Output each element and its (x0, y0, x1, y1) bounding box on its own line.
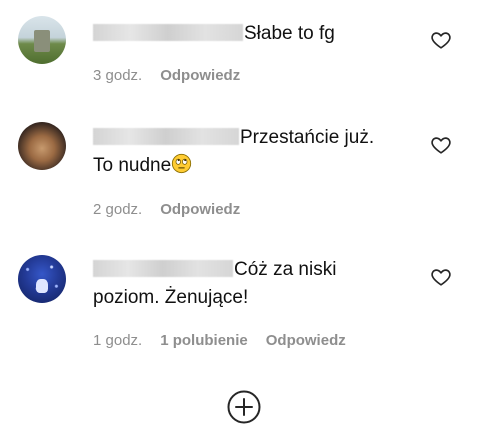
comment-time: 2 godz. (93, 201, 143, 218)
reply-button[interactable]: Odpowiedz (266, 332, 346, 349)
plus-circle-icon[interactable] (226, 389, 262, 425)
heart-outline-icon[interactable] (430, 134, 452, 156)
comment-text-line1: Słabe to fg (244, 23, 335, 44)
comment-text: Słabe to fg (93, 20, 403, 48)
comment-time: 3 godz. (93, 67, 143, 84)
face-with-rolling-eyes-emoji (172, 153, 192, 174)
comment-text-line1: Przestańcie już. (240, 127, 375, 148)
blurred-username[interactable] (93, 24, 243, 41)
comment-text: Przestańcie już. To nudne (93, 124, 403, 180)
reply-button[interactable]: Odpowiedz (160, 67, 240, 84)
avatar[interactable] (18, 122, 66, 170)
comment-meta: 2 godz. Odpowiedz (93, 201, 258, 218)
comment-meta: 3 godz. Odpowiedz (93, 67, 258, 84)
comment-text: Cóż za niski poziom. Żenujące! (93, 256, 403, 312)
comment-text-line1: Cóż za niski (234, 259, 337, 280)
blurred-username[interactable] (93, 260, 233, 277)
reply-button[interactable]: Odpowiedz (160, 201, 240, 218)
blurred-username[interactable] (93, 128, 239, 145)
avatar[interactable] (18, 16, 66, 64)
comment-text-line2: To nudne (93, 155, 172, 176)
likes-count-button[interactable]: 1 polubienie (160, 332, 248, 349)
heart-outline-icon[interactable] (430, 29, 452, 51)
avatar[interactable] (18, 255, 66, 303)
comment-time: 1 godz. (93, 332, 143, 349)
comment-meta: 1 godz. 1 polubienie Odpowiedz (93, 332, 364, 349)
heart-outline-icon[interactable] (430, 266, 452, 288)
comment-text-line2: poziom. Żenujące! (93, 287, 249, 308)
